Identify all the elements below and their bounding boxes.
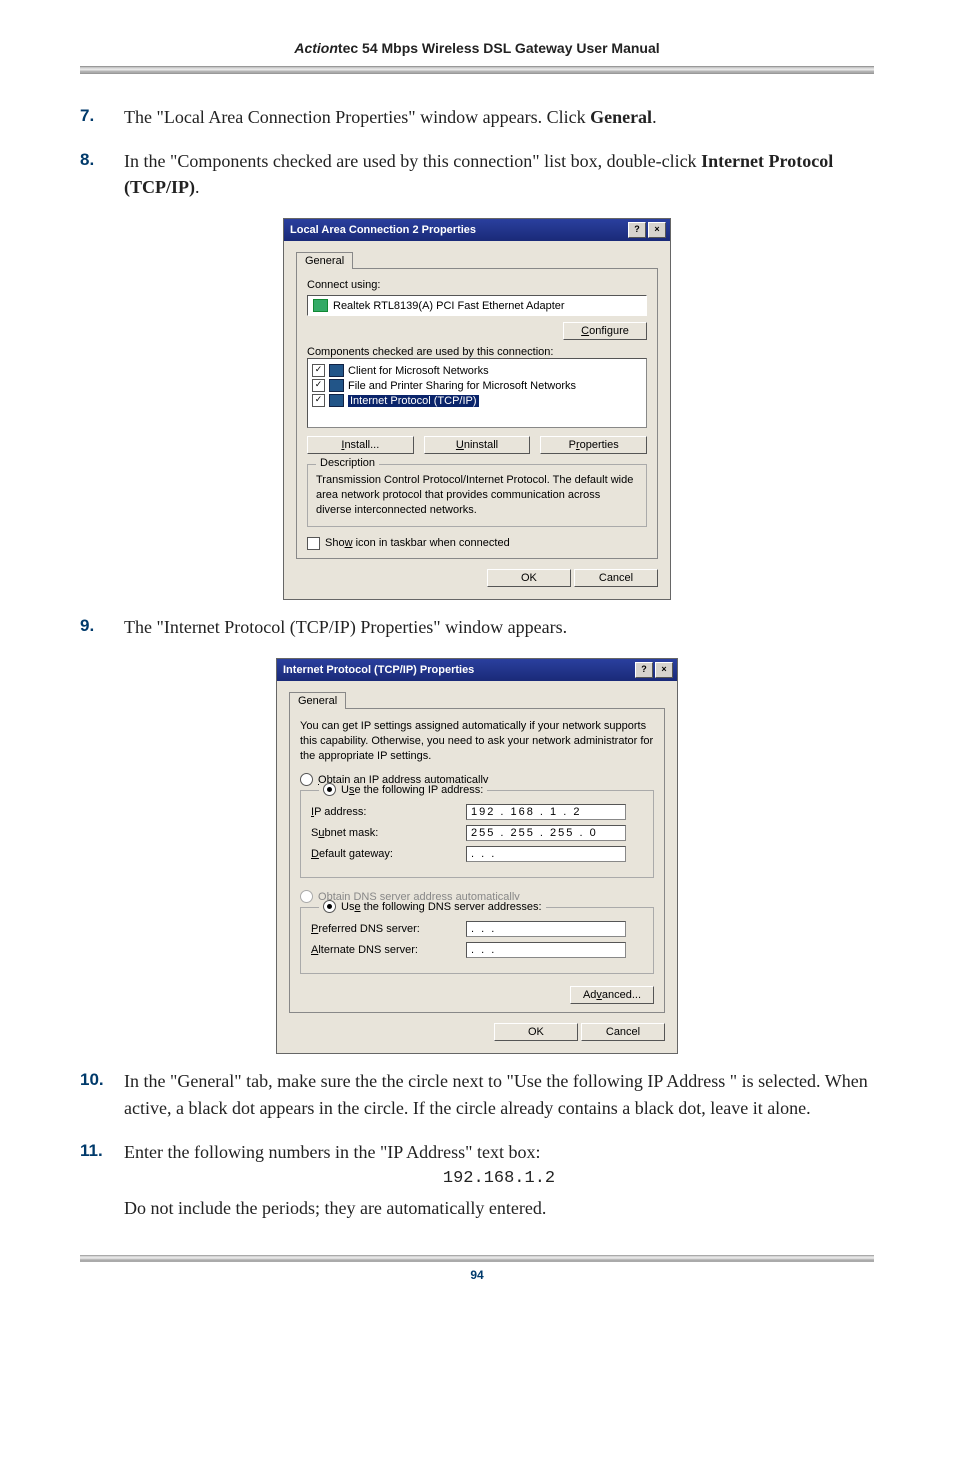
adapter-name: Realtek RTL8139(A) PCI Fast Ethernet Ada… [333, 300, 565, 312]
checkbox-icon[interactable]: ✓ [312, 364, 325, 377]
step-body: In the "Components checked are used by t… [124, 148, 874, 200]
radio-icon[interactable] [300, 773, 313, 786]
properties-button[interactable]: Properties [540, 436, 647, 454]
manual-header: Actiontec 54 Mbps Wireless DSL Gateway U… [80, 40, 874, 66]
step-body: In the "General" tab, make sure the the … [124, 1068, 874, 1120]
radio-icon[interactable] [323, 900, 336, 913]
checkbox-icon[interactable] [307, 537, 320, 550]
use-ip-group: Use the following IP address: IP address… [300, 790, 654, 878]
radio-icon [300, 890, 313, 903]
step-body: Enter the following numbers in the "IP A… [124, 1139, 874, 1222]
alternate-dns-input[interactable]: . . . [466, 942, 626, 958]
close-button[interactable]: × [648, 222, 666, 238]
step-8: 8. In the "Components checked are used b… [80, 148, 874, 200]
help-button[interactable]: ? [635, 662, 653, 678]
client-icon [329, 364, 344, 377]
step-11: 11. Enter the following numbers in the "… [80, 1139, 874, 1222]
step-number: 7. [80, 104, 124, 130]
close-button[interactable]: × [655, 662, 673, 678]
tcpip-selected: Internet Protocol (TCP/IP) [348, 395, 479, 407]
tab-general[interactable]: General [289, 692, 346, 709]
list-item[interactable]: ✓ File and Printer Sharing for Microsoft… [312, 378, 642, 393]
default-gateway-input[interactable]: . . . [466, 846, 626, 862]
checkbox-icon[interactable]: ✓ [312, 394, 325, 407]
install-button[interactable]: Install... [307, 436, 414, 454]
advanced-button[interactable]: Advanced... [570, 986, 654, 1004]
subnet-mask-input[interactable]: 255 . 255 . 255 . 0 [466, 825, 626, 841]
titlebar: Local Area Connection 2 Properties ? × [284, 219, 670, 241]
footer-divider [80, 1255, 874, 1262]
list-item[interactable]: ✓ Internet Protocol (TCP/IP) [312, 393, 642, 408]
connect-using-label: Connect using: [307, 279, 647, 291]
uninstall-button[interactable]: Uninstall [424, 436, 531, 454]
ip-address-input[interactable]: 192 . 168 . 1 . 2 [466, 804, 626, 820]
cancel-button[interactable]: Cancel [574, 569, 658, 587]
list-item[interactable]: ✓ Client for Microsoft Networks [312, 363, 642, 378]
adapter-icon [313, 299, 328, 312]
step-number: 9. [80, 614, 124, 640]
lan-properties-dialog: Local Area Connection 2 Properties ? × G… [283, 218, 671, 600]
use-dns-group: Use the following DNS server addresses: … [300, 907, 654, 974]
step-number: 10. [80, 1068, 124, 1120]
dialog-title: Internet Protocol (TCP/IP) Properties [283, 664, 633, 676]
adapter-field: Realtek RTL8139(A) PCI Fast Ethernet Ada… [307, 295, 647, 316]
step-body: The "Internet Protocol (TCP/IP) Properti… [124, 614, 874, 640]
header-suffix: tec 54 Mbps Wireless DSL Gateway User Ma… [338, 40, 660, 56]
preferred-dns-input[interactable]: . . . [466, 921, 626, 937]
ok-button[interactable]: OK [487, 569, 571, 587]
tcpip-icon [329, 394, 344, 407]
step-number: 11. [80, 1139, 124, 1222]
dialog-title: Local Area Connection 2 Properties [290, 224, 626, 236]
titlebar: Internet Protocol (TCP/IP) Properties ? … [277, 659, 677, 681]
ip-blurb: You can get IP settings assigned automat… [300, 719, 654, 764]
tab-general[interactable]: General [296, 252, 353, 269]
components-label: Components checked are used by this conn… [307, 346, 647, 358]
step-number: 8. [80, 148, 124, 200]
brand: Action [294, 40, 338, 56]
tcpip-properties-dialog: Internet Protocol (TCP/IP) Properties ? … [276, 658, 678, 1055]
radio-icon[interactable] [323, 783, 336, 796]
cancel-button[interactable]: Cancel [581, 1023, 665, 1041]
ip-code: 192.168.1.2 [124, 1167, 874, 1192]
components-listbox[interactable]: ✓ Client for Microsoft Networks ✓ File a… [307, 358, 647, 428]
header-divider [80, 66, 874, 74]
description-group: Description Transmission Control Protoco… [307, 464, 647, 527]
step-9: 9. The "Internet Protocol (TCP/IP) Prope… [80, 614, 874, 640]
page-number: 94 [80, 1268, 874, 1282]
help-button[interactable]: ? [628, 222, 646, 238]
description-text: Transmission Control Protocol/Internet P… [316, 473, 638, 518]
checkbox-icon[interactable]: ✓ [312, 379, 325, 392]
configure-button[interactable]: Configure [563, 322, 647, 340]
ok-button[interactable]: OK [494, 1023, 578, 1041]
show-icon-row[interactable]: Show icon in taskbar when connected [307, 537, 647, 550]
step-7: 7. The "Local Area Connection Properties… [80, 104, 874, 130]
step-body: The "Local Area Connection Properties" w… [124, 104, 874, 130]
sharing-icon [329, 379, 344, 392]
group-title: Description [316, 457, 379, 469]
step-10: 10. In the "General" tab, make sure the … [80, 1068, 874, 1120]
